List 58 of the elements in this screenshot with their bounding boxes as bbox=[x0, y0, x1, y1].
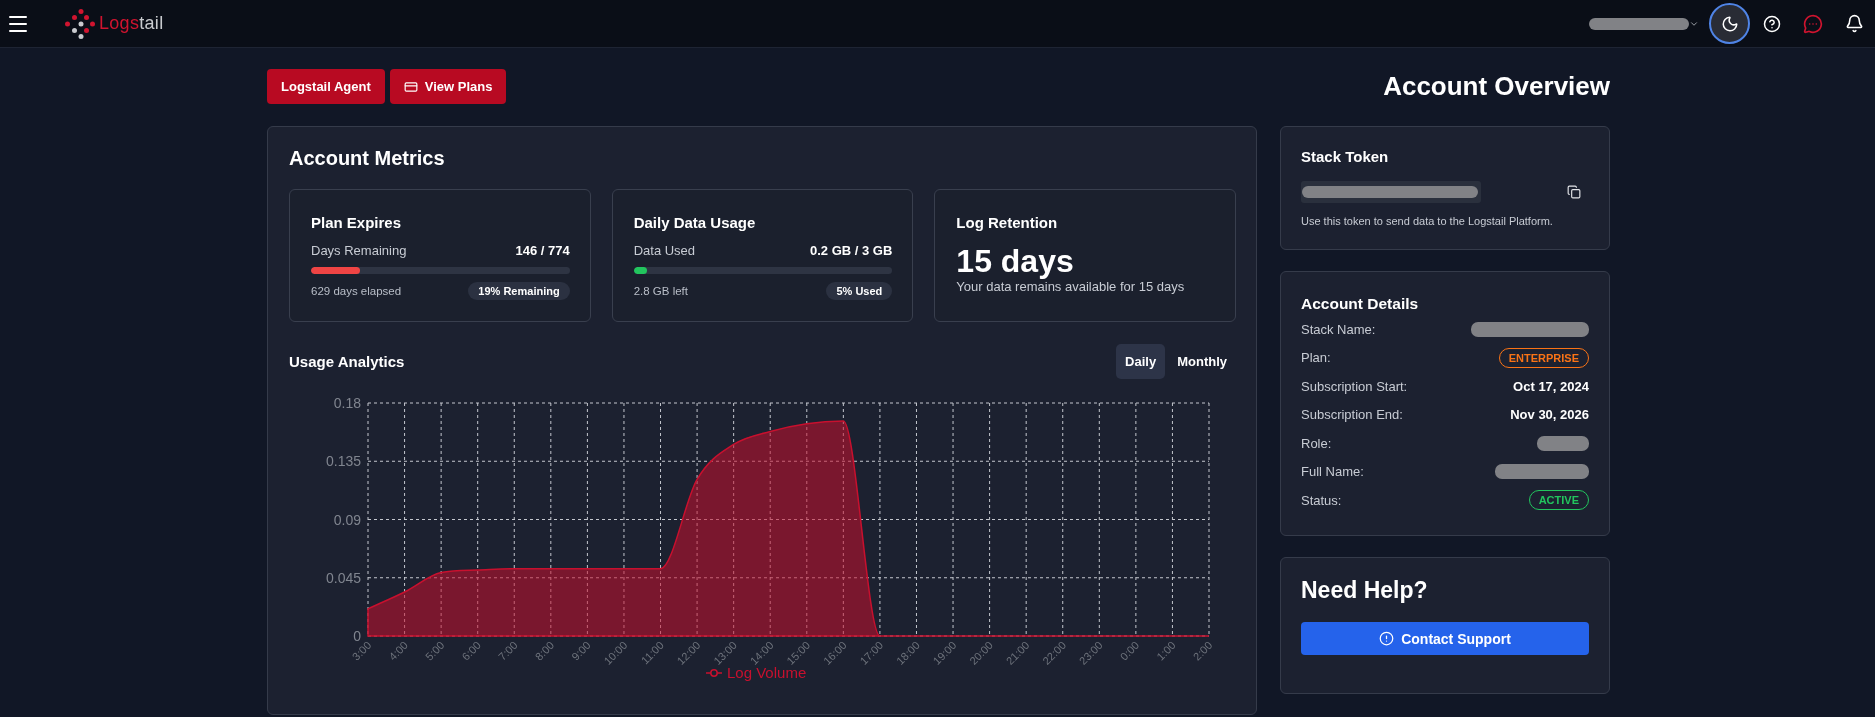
detail-label: Status: bbox=[1301, 492, 1342, 508]
period-tab[interactable]: Monthly bbox=[1168, 344, 1236, 379]
contact-support-button[interactable]: Contact Support bbox=[1301, 622, 1589, 655]
section-title: Usage Analytics bbox=[289, 353, 405, 370]
card-title: Account Details bbox=[1301, 294, 1420, 314]
page-title: Account Overview bbox=[1383, 71, 1610, 102]
moon-icon bbox=[1720, 14, 1739, 33]
card-title: Daily Data Usage bbox=[633, 213, 757, 233]
detail-label: Plan: bbox=[1301, 350, 1331, 366]
detail-label: Stack Name: bbox=[1301, 321, 1376, 337]
period-tab[interactable]: Daily bbox=[1116, 344, 1166, 379]
retention-note: Your data remains available for 15 days bbox=[956, 279, 1186, 295]
detail-label: Full Name: bbox=[1301, 464, 1364, 480]
logo-icon bbox=[65, 8, 95, 39]
axis-tick-label: 0.045 bbox=[325, 569, 361, 586]
axis-tick-label: 0:00 bbox=[1117, 638, 1142, 663]
metric-badge: 19% Remaining bbox=[468, 282, 570, 300]
metric-reading: 146 / 774 bbox=[515, 242, 570, 260]
metric-footnote: 2.8 GB left bbox=[633, 285, 688, 297]
logo-text: Logstail bbox=[99, 13, 164, 34]
bell-icon[interactable] bbox=[1845, 14, 1864, 33]
axis-tick-label: 0.135 bbox=[325, 453, 361, 470]
legend-label: Log Volume bbox=[727, 664, 807, 681]
retention-value: 15 days bbox=[956, 244, 1075, 278]
token-note: Use this token to send data to the Logstail Platform. bbox=[1301, 214, 1554, 228]
card-title: Plan Expires bbox=[311, 213, 403, 233]
metric-reading: 0.2 GB / 3 GB bbox=[809, 242, 893, 260]
alert-circle-icon bbox=[1379, 631, 1395, 646]
detail-label: Role: bbox=[1301, 435, 1332, 451]
copy-icon[interactable] bbox=[1567, 185, 1581, 199]
detail-value: Oct 17, 2024 bbox=[1513, 378, 1589, 394]
help-icon[interactable] bbox=[1763, 14, 1781, 33]
axis-tick-label: 0 bbox=[353, 628, 361, 644]
detail-label: Subscription End: bbox=[1301, 407, 1403, 423]
card-title: Stack Token bbox=[1301, 147, 1390, 167]
metric-label: Days Remaining bbox=[311, 242, 407, 260]
axis-tick-label: 8:00 bbox=[532, 638, 557, 663]
card-icon bbox=[403, 79, 418, 94]
axis-tick-label: 7:00 bbox=[496, 638, 520, 663]
axis-tick-label: 5:00 bbox=[422, 638, 447, 663]
axis-tick-label: 0.09 bbox=[333, 511, 361, 528]
axis-tick-label: 9:00 bbox=[569, 638, 593, 663]
axis-tick-label: 4:00 bbox=[386, 638, 410, 663]
detail-value: Nov 30, 2026 bbox=[1510, 407, 1589, 423]
metric-footnote: 629 days elapsed bbox=[311, 285, 402, 297]
theme-toggle-button[interactable] bbox=[1709, 3, 1750, 44]
metric-badge: 5% Used bbox=[826, 282, 893, 300]
chat-bubble-icon[interactable] bbox=[1803, 13, 1823, 34]
panel-title: Account Metrics bbox=[289, 146, 446, 171]
card-title: Need Help? bbox=[1301, 576, 1429, 604]
action-button[interactable]: Logstail Agent bbox=[267, 69, 385, 104]
detail-label: Subscription Start: bbox=[1301, 378, 1408, 394]
metric-label: Data Used bbox=[633, 242, 696, 260]
axis-tick-label: 0.18 bbox=[333, 395, 361, 411]
card-title: Log Retention bbox=[956, 213, 1059, 233]
axis-tick-label: 6:00 bbox=[459, 638, 484, 663]
action-button[interactable]: View Plans bbox=[389, 69, 507, 104]
redacted-bar bbox=[1537, 435, 1589, 451]
